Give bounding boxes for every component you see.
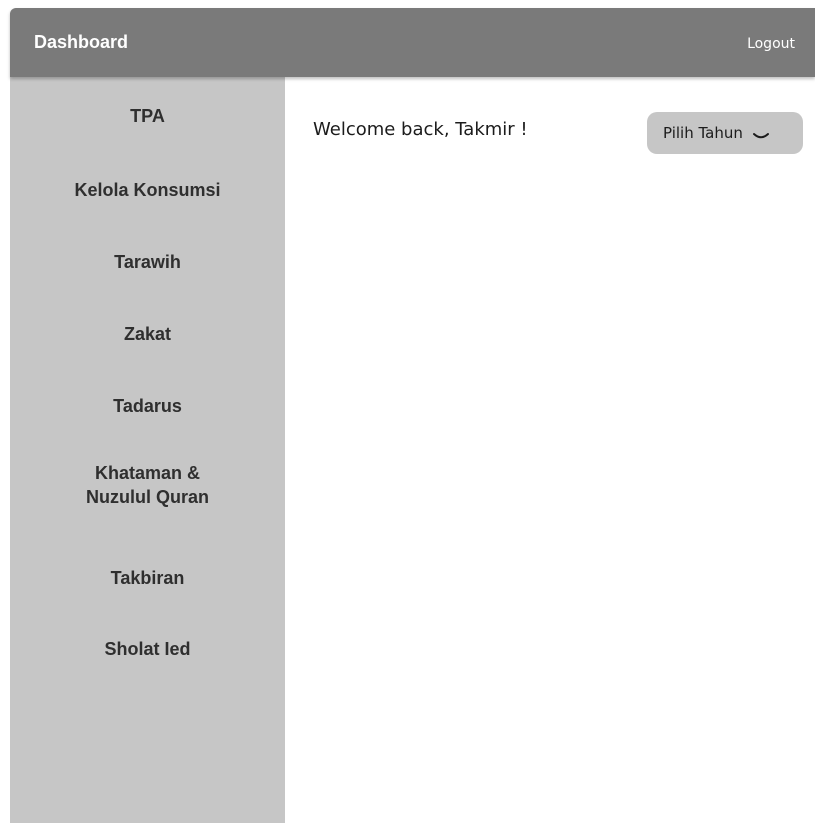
sidebar: TPA Kelola Konsumsi Tarawih Zakat Tadaru… bbox=[10, 77, 285, 823]
sidebar-item-takbiran[interactable]: Takbiran bbox=[10, 566, 285, 590]
sidebar-item-tadarus[interactable]: Tadarus bbox=[10, 394, 285, 418]
dashboard-title[interactable]: Dashboard bbox=[34, 32, 128, 53]
welcome-message: Welcome back, Takmir ! bbox=[313, 119, 528, 140]
sidebar-item-khataman-nuzulul-quran[interactable]: Khataman & Nuzulul Quran bbox=[10, 461, 285, 509]
sidebar-item-zakat[interactable]: Zakat bbox=[10, 322, 285, 346]
sidebar-item-tarawih[interactable]: Tarawih bbox=[10, 250, 285, 274]
year-select-dropdown[interactable]: Pilih Tahun bbox=[647, 112, 803, 154]
logout-link[interactable]: Logout bbox=[747, 36, 795, 52]
top-bar: Dashboard Logout bbox=[10, 8, 815, 77]
year-select-label: Pilih Tahun bbox=[663, 124, 743, 142]
sidebar-item-tpa[interactable]: TPA bbox=[10, 104, 285, 128]
app-frame: Dashboard Logout TPA Kelola Konsumsi Tar… bbox=[10, 8, 815, 823]
main-content: Welcome back, Takmir ! Pilih Tahun bbox=[285, 77, 815, 823]
chevron-down-icon bbox=[752, 129, 770, 139]
sidebar-item-sholat-ied[interactable]: Sholat Ied bbox=[10, 637, 285, 661]
sidebar-item-label-line2: Nuzulul Quran bbox=[86, 487, 209, 507]
sidebar-item-label-line1: Khataman & bbox=[94, 463, 201, 483]
sidebar-item-kelola-konsumsi[interactable]: Kelola Konsumsi bbox=[10, 178, 285, 202]
